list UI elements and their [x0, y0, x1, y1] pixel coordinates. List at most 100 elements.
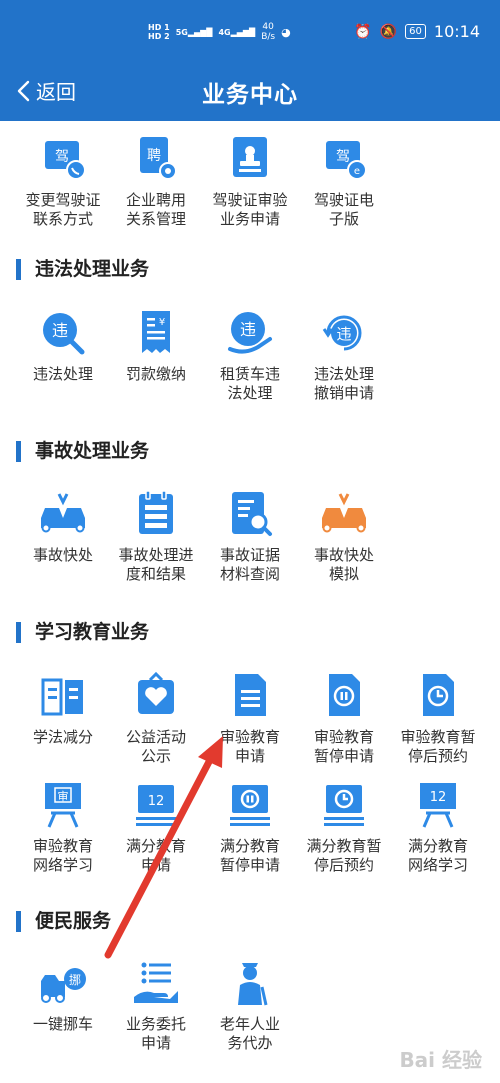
grid-item-employment-management[interactable]: 聘 企业聘用 关系管理 — [107, 133, 205, 229]
item-label: 审验教育暂 — [400, 728, 476, 746]
electronic-license-icon: 驾 e — [326, 141, 367, 180]
board-pause-icon — [230, 785, 270, 826]
board-clock-icon — [324, 785, 364, 826]
item-label: 老年人业 — [219, 1015, 280, 1033]
clock: 10:14 — [433, 22, 480, 41]
item-label: 暂停申请 — [219, 856, 280, 874]
svg-text:12: 12 — [148, 794, 165, 809]
hand-list-icon — [134, 962, 178, 1003]
grid-item-change-license-contact[interactable]: 驾 变更驾驶证 联系方式 — [14, 133, 112, 229]
watermark: Bai 经验 — [399, 1048, 482, 1072]
svg-text:挪: 挪 — [69, 973, 81, 987]
grid-item-business-delegation[interactable]: 业务委托 申请 — [107, 957, 205, 1053]
violation-search-icon: 违 — [43, 313, 85, 355]
item-label: 事故证据 — [219, 546, 280, 564]
grid-item-review-education-pause[interactable]: 审验教育 暂停申请 — [295, 670, 393, 766]
document-search-icon — [232, 492, 272, 536]
calendar-12-icon: 12 — [136, 785, 176, 826]
item-label: 联系方式 — [32, 210, 93, 228]
grid-item-full-score-appointment[interactable]: 满分教育暂 停后预约 — [295, 779, 393, 875]
item-label: 企业聘用 — [125, 191, 186, 209]
app-header: HD 1 HD 2 5G▂▄▆█ 4G▂▄▆█ 40 B/s ◕ ⏰ 🔕 60 … — [0, 0, 500, 121]
document-clock-icon — [423, 674, 454, 716]
grid-item-review-education-appointment[interactable]: 审验教育暂 停后预约 — [389, 670, 487, 766]
document-icon — [235, 674, 266, 716]
item-label: 违法处理 — [32, 365, 93, 383]
section-title-violation: 违法处理业务 — [16, 259, 149, 280]
grid-item-review-education-online[interactable]: 审 审验教育 网络学习 — [14, 779, 112, 875]
grid-item-license-review[interactable]: 驾驶证审验 业务申请 — [201, 133, 299, 229]
grid-item-violation-revoke[interactable]: 违 违法处理 撤销申请 — [295, 307, 393, 403]
item-label: 违法处理 — [313, 365, 374, 383]
open-book-icon — [41, 678, 83, 716]
item-label: 审验教育 — [219, 728, 280, 746]
grid-item-full-score-online[interactable]: 12 满分教育 网络学习 — [389, 779, 487, 875]
item-label: 学法减分 — [32, 728, 93, 746]
presentation-board-icon: 审 — [45, 783, 81, 828]
grid-item-accident-quick[interactable]: 事故快处 — [14, 488, 112, 565]
svg-text:聘: 聘 — [147, 148, 161, 164]
svg-text:驾: 驾 — [55, 149, 69, 165]
item-label: 度和结果 — [125, 565, 186, 583]
item-label: 公示 — [140, 747, 171, 765]
item-label: 暂停申请 — [313, 747, 374, 765]
item-label: 满分教育 — [219, 837, 280, 855]
stamp-document-icon — [233, 137, 267, 177]
signal-5g-icon: 5G▂▄▆█ — [175, 27, 213, 37]
item-label: 事故快处 — [313, 546, 374, 564]
hire-gear-icon: 聘 — [140, 137, 177, 180]
item-label: 事故快处 — [32, 546, 93, 564]
car-crash-icon — [41, 493, 85, 533]
grid-item-fine-payment[interactable]: ¥ 罚款缴纳 — [107, 307, 205, 384]
grid-item-accident-simulation[interactable]: 事故快处 模拟 — [295, 488, 393, 584]
grid-item-charity-activity[interactable]: 公益活动 公示 — [107, 670, 205, 766]
item-label: 网络学习 — [407, 856, 468, 874]
grid-item-review-education-apply[interactable]: 审验教育 申请 — [201, 670, 299, 766]
grid-item-violation-handling[interactable]: 违 违法处理 — [14, 307, 112, 384]
status-bar: HD 1 HD 2 5G▂▄▆█ 4G▂▄▆█ 40 B/s ◕ ⏰ 🔕 60 … — [0, 0, 500, 66]
grid-item-study-deduct[interactable]: 学法减分 — [14, 670, 112, 747]
item-label: 网络学习 — [32, 856, 93, 874]
grid-item-elderly-service[interactable]: 老年人业 务代办 — [201, 957, 299, 1053]
item-label: 满分教育 — [407, 837, 468, 855]
item-label: 停后预约 — [313, 856, 374, 874]
grid-item-accident-progress[interactable]: 事故处理进 度和结果 — [107, 488, 205, 584]
svg-text:驾: 驾 — [336, 149, 350, 165]
document-pause-icon — [329, 674, 360, 716]
grid-item-full-score-pause[interactable]: 满分教育 暂停申请 — [201, 779, 299, 875]
grid-item-electronic-license[interactable]: 驾 e 驾驶证电 子版 — [295, 133, 393, 229]
rental-car-violation-icon: 违 — [228, 312, 272, 354]
sim1-label: HD 1 — [148, 23, 170, 32]
item-label: 关系管理 — [125, 210, 186, 228]
item-label: 驾驶证电 — [313, 191, 374, 209]
svg-text:审: 审 — [58, 789, 69, 803]
item-label: 变更驾驶证 — [25, 191, 101, 209]
grid-item-full-score-apply[interactable]: 12 满分教育 申请 — [107, 779, 205, 875]
license-phone-icon: 驾 — [45, 141, 86, 180]
signal-4g-icon: 4G▂▄▆█ — [218, 27, 256, 37]
grid-item-rental-violation[interactable]: 违 租赁车违 法处理 — [201, 307, 299, 403]
grid-item-move-car[interactable]: 挪 一键挪车 — [14, 957, 112, 1034]
item-label: 租赁车违 — [219, 365, 280, 383]
item-label: 业务委托 — [125, 1015, 186, 1033]
content-area[interactable]: 驾 变更驾驶证联系方式 聘 企业聘用关系管理 驾驶证审验业务申请 驾 e — [0, 121, 500, 1083]
elderly-person-icon — [238, 963, 268, 1006]
section-title-convenience: 便民服务 — [16, 911, 111, 932]
svg-text:¥: ¥ — [159, 317, 165, 328]
item-label: 审验教育 — [32, 837, 93, 855]
nav-bar: 返回 业务中心 — [0, 66, 500, 121]
battery-icon: 60 — [405, 24, 426, 39]
item-label: 申请 — [140, 856, 171, 874]
item-label: 满分教育暂 — [306, 837, 382, 855]
item-label: 罚款缴纳 — [125, 365, 186, 383]
svg-text:违: 违 — [336, 325, 351, 343]
item-label: 子版 — [328, 210, 359, 228]
svg-text:e: e — [354, 166, 360, 177]
item-label: 模拟 — [328, 565, 359, 583]
item-label: 审验教育 — [313, 728, 374, 746]
sim2-label: HD 2 — [148, 32, 170, 41]
presentation-12-icon: 12 — [420, 783, 456, 828]
page-title: 业务中心 — [202, 82, 298, 108]
item-label: 申请 — [234, 747, 265, 765]
grid-item-accident-evidence[interactable]: 事故证据 材料查阅 — [201, 488, 299, 584]
